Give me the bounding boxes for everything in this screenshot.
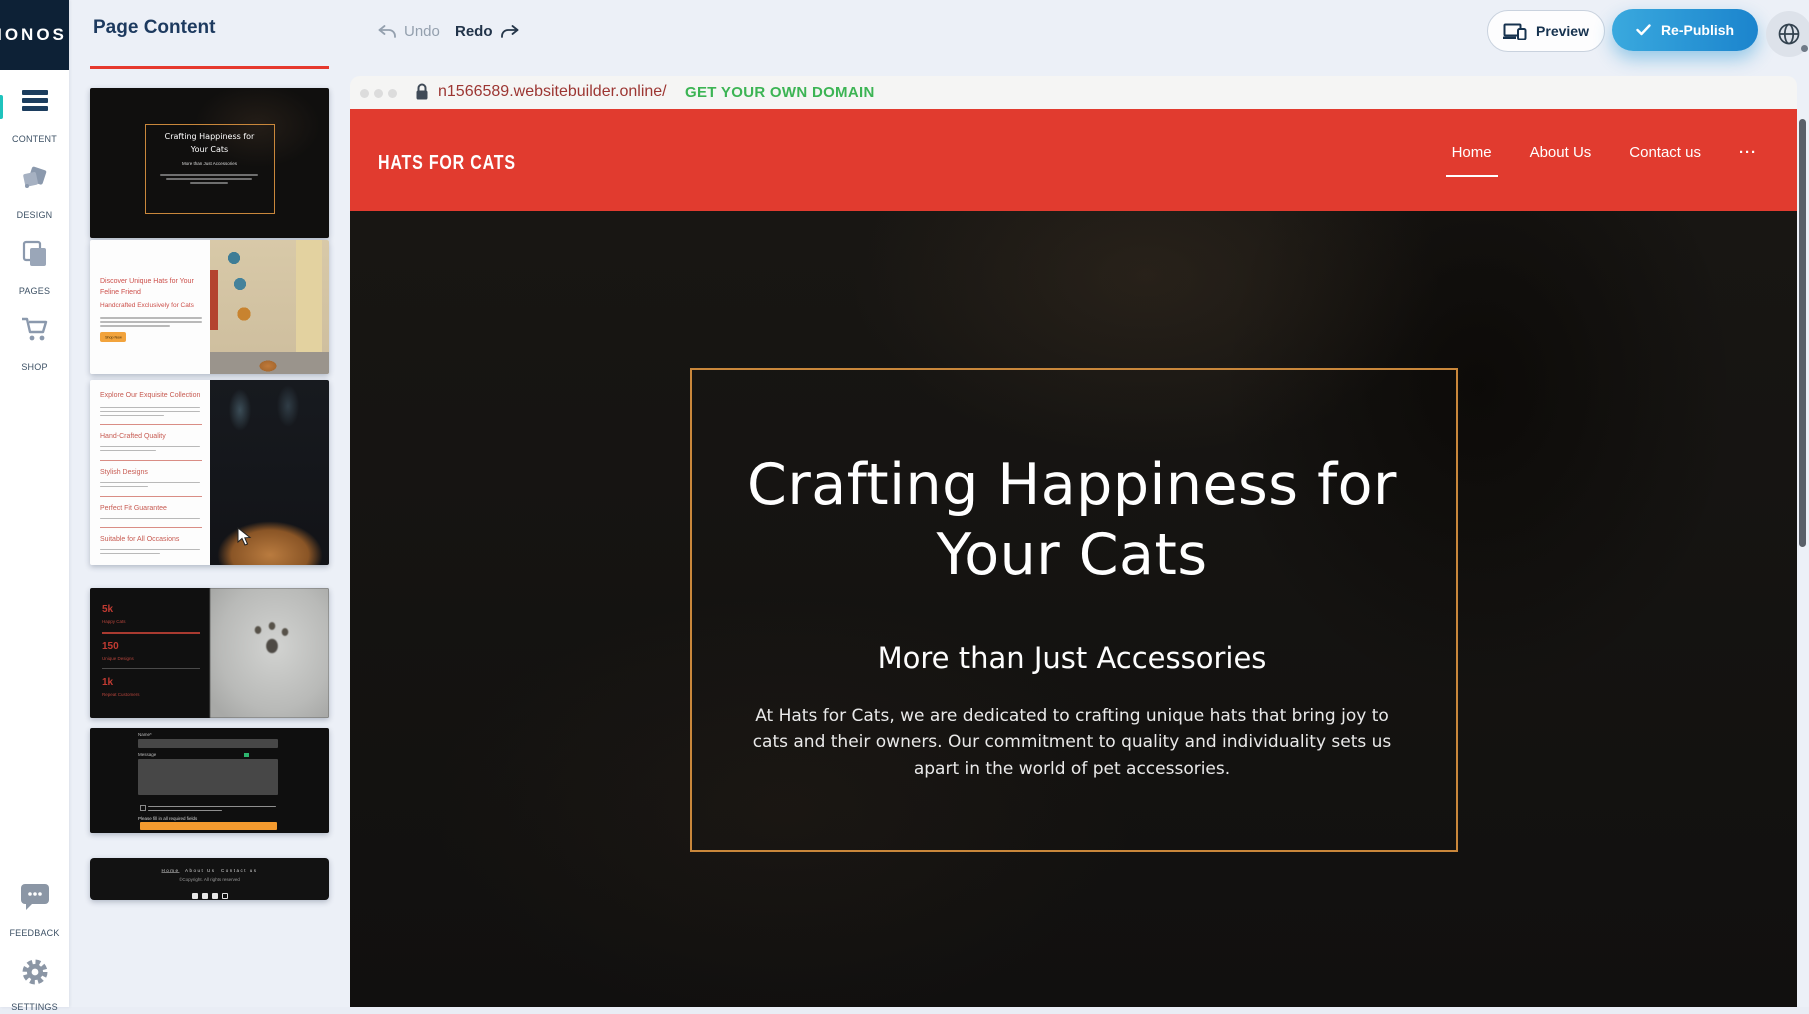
check-icon	[1636, 24, 1651, 36]
thumb-collection-heading: Explore Our Exquisite Collection	[100, 392, 208, 399]
sidebar-item-design[interactable]: DESIGN	[0, 158, 69, 222]
sidebar-item-settings[interactable]: SETTINGS	[0, 950, 69, 1014]
devices-icon	[1503, 23, 1527, 40]
sidebar-item-label: SHOP	[0, 362, 69, 372]
form-submit-button	[140, 822, 277, 830]
thumb-paw-photo	[210, 588, 329, 718]
website-builder-app: IONOS CONTENT DESIGN PAGES	[0, 0, 1809, 1007]
content-icon	[21, 88, 49, 114]
hero-section: Crafting Happiness for Your Cats More th…	[350, 211, 1797, 1007]
thumb-discover-heading: Discover Unique Hats for Your Feline Fri…	[100, 276, 204, 298]
hero-title: Crafting Happiness for Your Cats	[572, 451, 1572, 590]
lock-icon	[414, 82, 430, 102]
footer-copyright: ©Copyright. All rights reserved	[90, 877, 329, 882]
sidebar-item-shop[interactable]: SHOP	[0, 310, 69, 374]
social-icon	[202, 893, 208, 899]
shop-cart-icon	[20, 316, 50, 344]
sidebar-item-feedback[interactable]: FEEDBACK	[0, 876, 69, 940]
form-name-label: Name*	[138, 732, 152, 737]
form-message-label: Message	[138, 752, 156, 757]
site-url: n1566589.websitebuilder.online/	[438, 83, 667, 101]
ionos-logo: IONOS	[0, 0, 69, 70]
sidebar-item-label: CONTENT	[0, 134, 69, 144]
form-name-input	[138, 739, 278, 748]
section-thumbnail-hero[interactable]: Crafting Happiness for Your Cats More th…	[90, 88, 329, 238]
redo-button[interactable]: Redo	[455, 18, 519, 44]
sidebar-item-label: SETTINGS	[0, 1002, 69, 1012]
nav-overflow-menu[interactable]: ···	[1739, 144, 1757, 169]
stat-value: 150	[102, 641, 119, 652]
section-thumbnail-discover[interactable]: Discover Unique Hats for Your Feline Fri…	[90, 240, 329, 374]
hero-body-text: At Hats for Cats, we are dedicated to cr…	[752, 703, 1392, 782]
nav-item-about[interactable]: About Us	[1530, 144, 1592, 169]
undo-icon	[378, 25, 397, 38]
window-dot	[360, 89, 369, 98]
stat-label: Repeat Customers	[102, 692, 140, 697]
social-icon	[212, 893, 218, 899]
site-nav: Home About Us Contact us ···	[1452, 144, 1757, 169]
canvas-scrollbar[interactable]	[1799, 119, 1806, 547]
section-thumbnail-footer[interactable]: Home About Us Contact us ©Copyright. All…	[90, 858, 329, 900]
get-domain-link[interactable]: GET YOUR OWN DOMAIN	[685, 84, 875, 101]
pages-icon	[21, 240, 49, 268]
stat-value: 5k	[102, 604, 113, 615]
sidebar-item-label: PAGES	[0, 286, 69, 296]
thumb-cat-photo	[210, 380, 329, 565]
form-required-notice: Please fill in all required fields	[138, 816, 197, 821]
thumb-discover-subheading: Handcrafted Exclusively for Cats	[100, 302, 210, 309]
republish-button[interactable]: Re-Publish	[1612, 9, 1758, 51]
sidebar-item-label: DESIGN	[0, 210, 69, 220]
footer-social-row	[90, 886, 329, 900]
thumb-hero-subtitle: More than Just Accessories	[90, 161, 329, 166]
undo-button[interactable]: Undo	[378, 18, 440, 44]
thumb-hero-title-2: Your Cats	[90, 145, 329, 154]
sidebar: IONOS CONTENT DESIGN PAGES	[0, 0, 69, 1007]
window-dot	[374, 89, 383, 98]
footer-nav: Home About Us Contact us	[90, 868, 329, 873]
section-thumbnail-collection[interactable]: Explore Our Exquisite Collection Hand-Cr…	[90, 380, 329, 565]
feedback-icon	[19, 882, 51, 912]
section-thumbnail-contact-form[interactable]: Name* Message Please fill in all require…	[90, 728, 329, 833]
social-icon	[192, 893, 198, 899]
thumb-feature: Suitable for All Occasions	[100, 536, 202, 543]
form-message-textarea	[138, 759, 278, 795]
form-checkbox	[140, 805, 146, 811]
thumb-feature: Stylish Designs	[100, 469, 202, 476]
sidebar-item-pages[interactable]: PAGES	[0, 234, 69, 298]
sidebar-item-content[interactable]: CONTENT	[0, 82, 69, 146]
nav-item-contact[interactable]: Contact us	[1629, 144, 1701, 169]
design-icon	[20, 164, 50, 192]
section-thumbnail-stats[interactable]: 5k Happy Cats 150 Unique Designs 1k Repe…	[90, 588, 329, 718]
preview-button[interactable]: Preview	[1487, 10, 1605, 52]
panel-tab-underline	[90, 66, 329, 69]
thumb-feature: Hand-Crafted Quality	[100, 433, 202, 440]
globe-icon	[1776, 21, 1802, 47]
form-counter-badge	[244, 753, 249, 757]
globe-status-dot	[1801, 45, 1808, 52]
thumb-shop-now-button: Shop Now	[100, 332, 126, 342]
window-dot	[388, 89, 397, 98]
stat-label: Unique Designs	[102, 656, 134, 661]
social-icon	[222, 893, 228, 899]
thumb-street-photo	[210, 240, 329, 374]
stat-label: Happy Cats	[102, 619, 126, 624]
hero-subtitle: More than Just Accessories	[672, 641, 1472, 675]
page-title: Page Content	[93, 17, 215, 39]
stat-value: 1k	[102, 677, 113, 688]
nav-item-home[interactable]: Home	[1452, 144, 1492, 169]
site-brand[interactable]: HATS FOR CATS	[378, 152, 516, 175]
thumb-hero-title-1: Crafting Happiness for	[90, 132, 329, 141]
thumb-feature: Perfect Fit Guarantee	[100, 505, 202, 512]
sidebar-item-label: FEEDBACK	[0, 928, 69, 938]
redo-icon	[500, 25, 519, 38]
site-header: HATS FOR CATS Home About Us Contact us ·…	[350, 109, 1797, 211]
settings-gear-icon	[19, 956, 51, 988]
